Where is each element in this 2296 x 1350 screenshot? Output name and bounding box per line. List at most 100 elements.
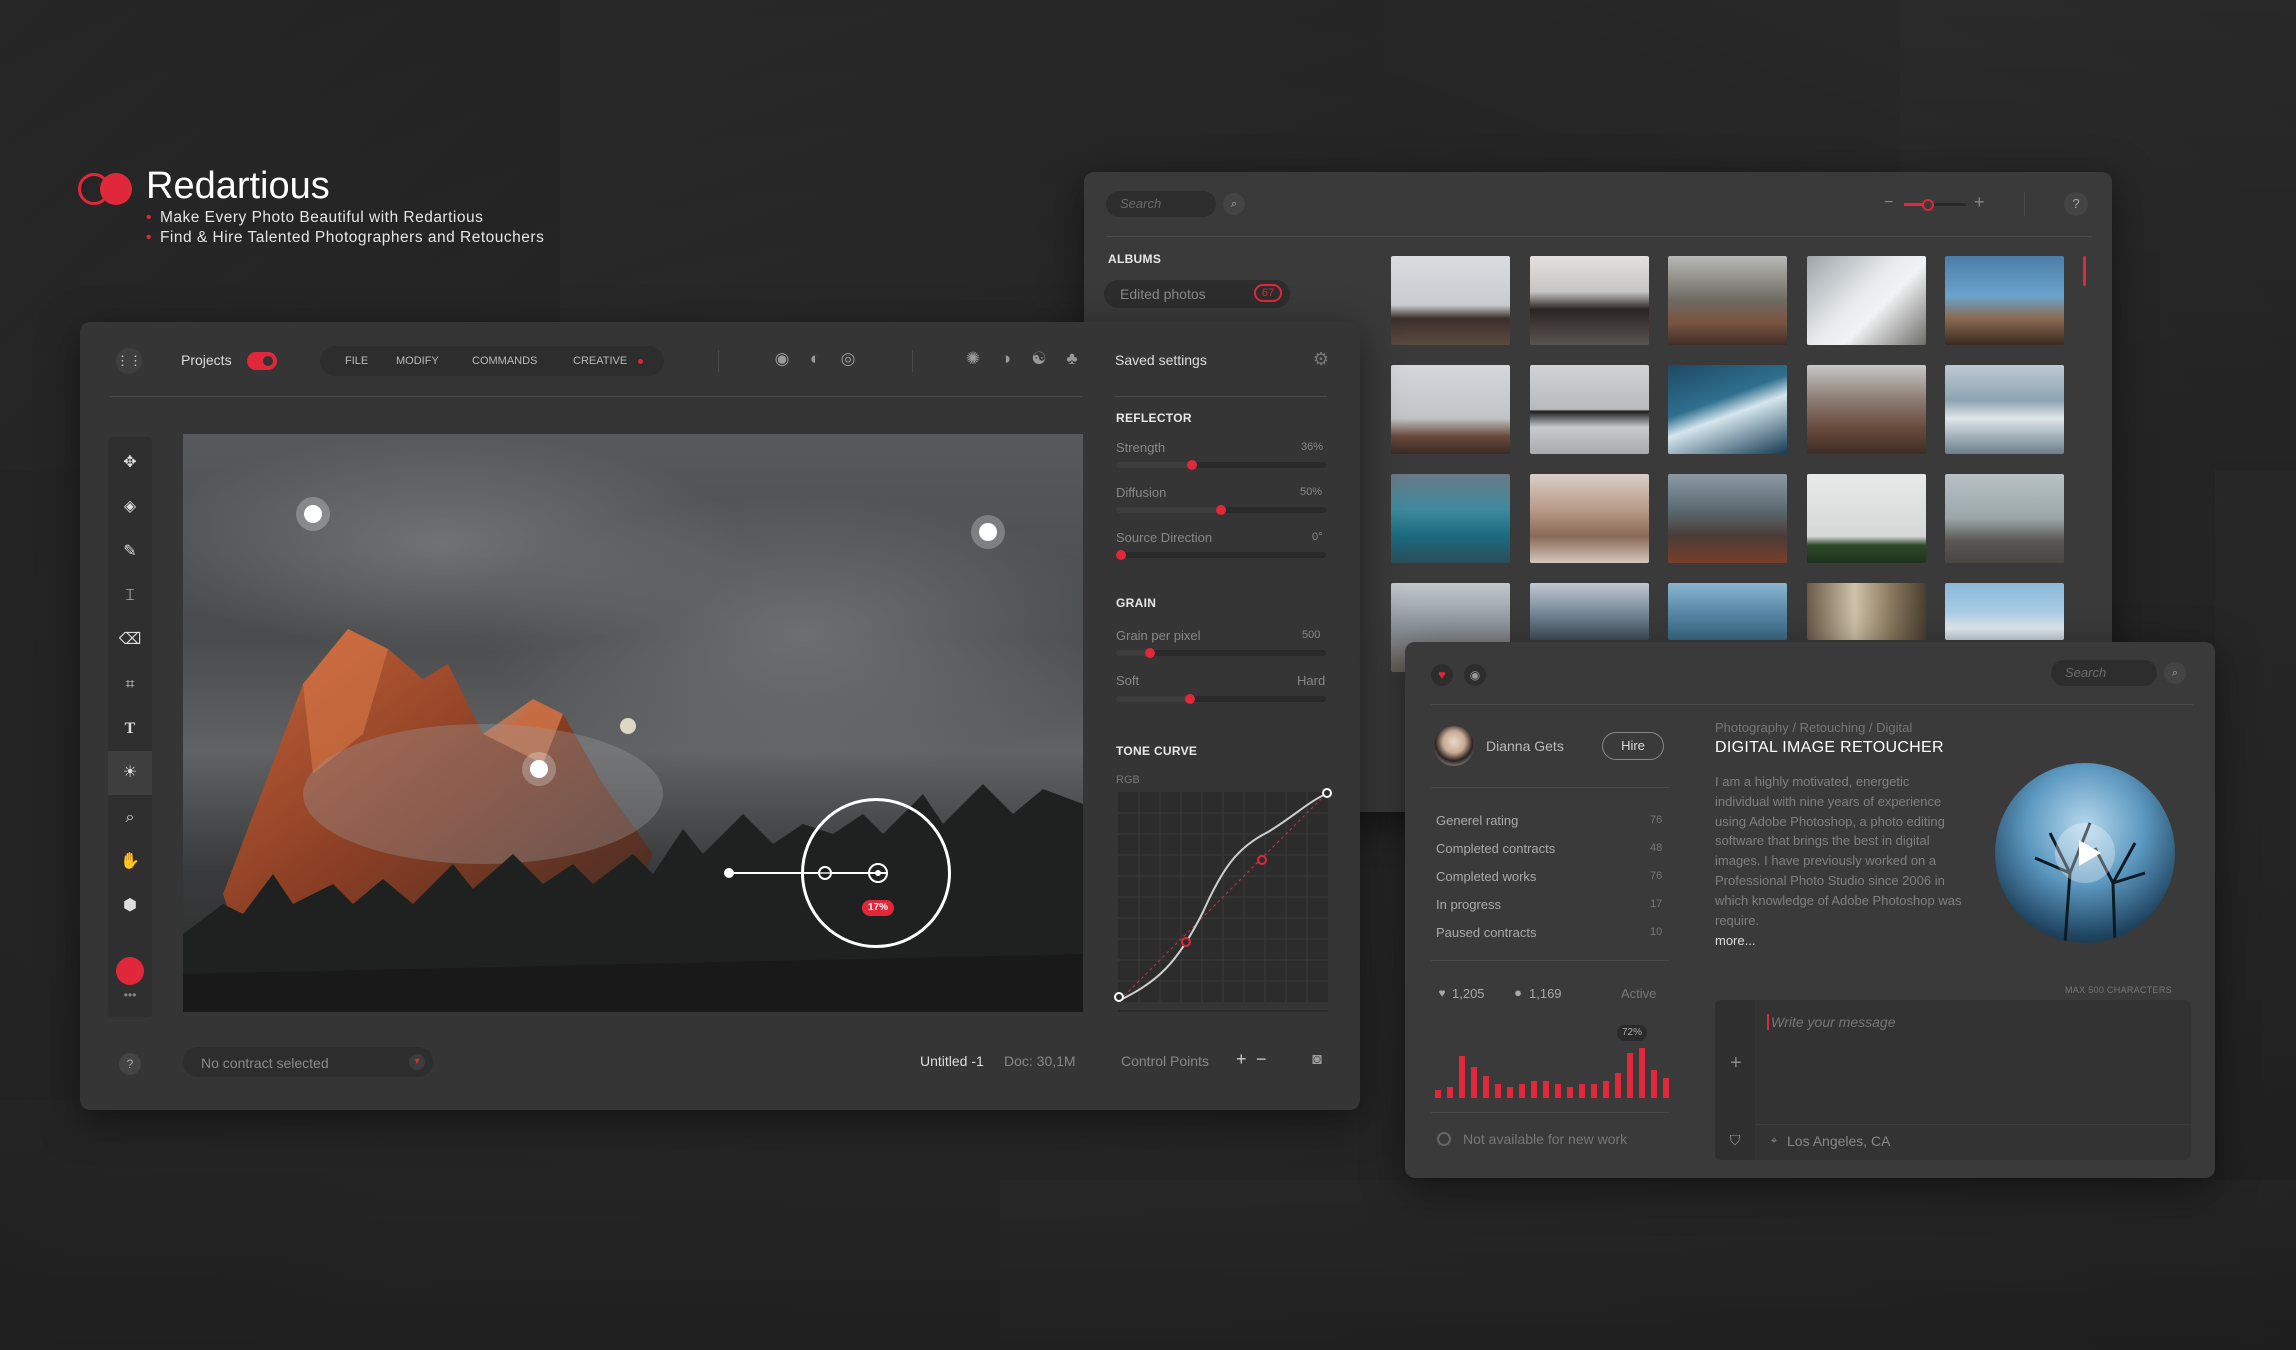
add-attachment-button[interactable]: + bbox=[1730, 1052, 1742, 1075]
tone-curve-graph[interactable] bbox=[1114, 788, 1332, 1002]
activity-bar bbox=[1459, 1056, 1465, 1098]
diffusion-slider[interactable] bbox=[1116, 505, 1326, 515]
play-button[interactable] bbox=[2055, 823, 2115, 883]
curve-input-track[interactable] bbox=[1118, 1010, 1328, 1012]
photo-thumbnail[interactable] bbox=[1530, 583, 1649, 640]
more-link[interactable]: more... bbox=[1715, 933, 1755, 948]
photo-thumbnail[interactable] bbox=[1945, 365, 2064, 454]
zoom-tool-icon[interactable]: ⌕ bbox=[108, 796, 152, 840]
activity-bar bbox=[1483, 1076, 1489, 1098]
balance-icon[interactable]: ☯ bbox=[1029, 349, 1049, 369]
photo-thumbnail[interactable] bbox=[1530, 474, 1649, 563]
light-tool-icon[interactable]: ☀ bbox=[108, 751, 152, 795]
message-box[interactable]: + Write your message ⛉ ⌖ Los Angeles, CA bbox=[1715, 1000, 2191, 1160]
featured-video-thumbnail[interactable] bbox=[1995, 763, 2175, 943]
photo-thumbnail[interactable] bbox=[1530, 256, 1649, 345]
photo-thumbnail[interactable] bbox=[1391, 474, 1510, 563]
exposure-icon[interactable]: ◑ bbox=[996, 349, 1016, 369]
heart-icon[interactable]: ♥ bbox=[1431, 664, 1453, 686]
settings-gear-icon[interactable]: ⚙ bbox=[1310, 349, 1332, 370]
menu-commands[interactable]: COMMANDS bbox=[472, 355, 537, 367]
photo-thumbnail[interactable] bbox=[1807, 583, 1926, 640]
source-direction-label: Source Direction bbox=[1116, 530, 1213, 545]
control-point[interactable] bbox=[522, 752, 556, 786]
activity-bar bbox=[1447, 1087, 1453, 1098]
lens-handle-start[interactable] bbox=[724, 868, 734, 878]
lens-point[interactable] bbox=[818, 866, 832, 880]
photo-thumbnail[interactable] bbox=[1668, 474, 1787, 563]
library-scrollbar[interactable] bbox=[2083, 256, 2086, 286]
contrast-icon[interactable]: ◐ bbox=[805, 349, 825, 369]
grain-slider[interactable] bbox=[1116, 648, 1326, 658]
search-icon[interactable]: ⌕ bbox=[1223, 193, 1245, 215]
photo-thumbnail[interactable] bbox=[1807, 365, 1926, 454]
more-tools-icon[interactable]: ••• bbox=[108, 985, 152, 1005]
apps-grid-icon[interactable]: ⋮⋮ bbox=[116, 348, 142, 374]
menu-creative[interactable]: CREATIVE bbox=[573, 355, 627, 367]
zoom-in-button[interactable]: + bbox=[1974, 192, 1985, 213]
photo-thumbnail[interactable] bbox=[1807, 474, 1926, 563]
library-search-input[interactable]: Search bbox=[1106, 191, 1216, 217]
remove-control-point-button[interactable]: − bbox=[1256, 1049, 1267, 1070]
eye-icon[interactable]: ◉ bbox=[1464, 664, 1486, 686]
photo-thumbnail[interactable] bbox=[1391, 256, 1510, 345]
curve-point[interactable] bbox=[1181, 937, 1191, 947]
activity-peak-badge: 72% bbox=[1617, 1025, 1647, 1041]
layers-tool-icon[interactable]: ◈ bbox=[108, 485, 152, 529]
source-direction-value: 0° bbox=[1312, 531, 1323, 543]
zoom-out-button[interactable]: − bbox=[1884, 194, 1893, 212]
crop-tool-icon[interactable]: ⌗ bbox=[108, 663, 152, 707]
profile-search-input[interactable]: Search bbox=[2051, 660, 2157, 686]
help-button[interactable]: ? bbox=[2064, 192, 2088, 216]
menu-modify[interactable]: MODIFY bbox=[396, 355, 439, 367]
projects-toggle[interactable] bbox=[247, 352, 277, 370]
strength-slider[interactable] bbox=[1116, 460, 1326, 470]
camera-icon[interactable]: ◙ bbox=[1306, 1051, 1328, 1069]
photo-thumbnail[interactable] bbox=[1807, 256, 1926, 345]
photo-thumbnail[interactable] bbox=[1668, 256, 1787, 345]
source-direction-slider[interactable] bbox=[1116, 550, 1326, 560]
activity-bar bbox=[1603, 1081, 1609, 1098]
menu-file[interactable]: FILE bbox=[345, 355, 368, 367]
image-canvas[interactable]: 17% bbox=[183, 434, 1083, 1012]
message-input[interactable]: Write your message bbox=[1771, 1014, 1895, 1030]
move-tool-icon[interactable]: ✥ bbox=[108, 441, 152, 485]
curve-point[interactable] bbox=[1114, 992, 1124, 1002]
grain-value: 500 bbox=[1302, 629, 1321, 641]
photo-thumbnail[interactable] bbox=[1945, 256, 2064, 345]
channels-icon[interactable]: ♣ bbox=[1062, 349, 1082, 369]
photo-thumbnail[interactable] bbox=[1668, 583, 1787, 640]
text-tool-icon[interactable]: T bbox=[108, 707, 152, 751]
photo-thumbnail[interactable] bbox=[1530, 365, 1649, 454]
soft-hard-slider[interactable] bbox=[1116, 694, 1326, 704]
color-picker-swatch[interactable] bbox=[116, 957, 144, 985]
hire-button[interactable]: Hire bbox=[1602, 732, 1664, 760]
view-mode-icon[interactable]: ◉ bbox=[772, 349, 792, 369]
search-icon[interactable]: ⌕ bbox=[2164, 662, 2186, 684]
photo-thumbnail[interactable] bbox=[1391, 365, 1510, 454]
zoom-slider[interactable] bbox=[1904, 199, 1966, 211]
spray-tool-icon[interactable]: ⌶ bbox=[108, 574, 152, 618]
badge-icon[interactable]: ⛉ bbox=[1725, 1132, 1745, 1149]
add-control-point-button[interactable]: + bbox=[1236, 1049, 1247, 1070]
curve-point[interactable] bbox=[1257, 855, 1267, 865]
3d-tool-icon[interactable]: ⬢ bbox=[108, 884, 152, 928]
aperture-icon[interactable]: ✺ bbox=[963, 349, 983, 369]
hand-tool-icon[interactable]: ✋ bbox=[108, 840, 152, 884]
photo-thumbnail[interactable] bbox=[1945, 583, 2064, 640]
photo-thumbnail[interactable] bbox=[1945, 474, 2064, 563]
contract-select[interactable]: No contract selected ▾ bbox=[183, 1047, 433, 1077]
help-button[interactable]: ? bbox=[119, 1053, 141, 1075]
album-edited-photos[interactable]: Edited photos 67 bbox=[1104, 280, 1290, 308]
curve-point[interactable] bbox=[1322, 788, 1332, 798]
brush-tool-icon[interactable]: ✎ bbox=[108, 530, 152, 574]
target-icon[interactable]: ◎ bbox=[838, 349, 858, 369]
photo-thumbnail[interactable] bbox=[1668, 365, 1787, 454]
control-point[interactable] bbox=[296, 497, 330, 531]
eraser-tool-icon[interactable]: ⌫ bbox=[108, 618, 152, 662]
activity-bar bbox=[1555, 1084, 1561, 1098]
stat-value: 17 bbox=[1650, 898, 1663, 910]
lens-center[interactable] bbox=[868, 863, 888, 883]
control-point[interactable] bbox=[971, 515, 1005, 549]
grain-label: Grain per pixel bbox=[1116, 628, 1201, 643]
